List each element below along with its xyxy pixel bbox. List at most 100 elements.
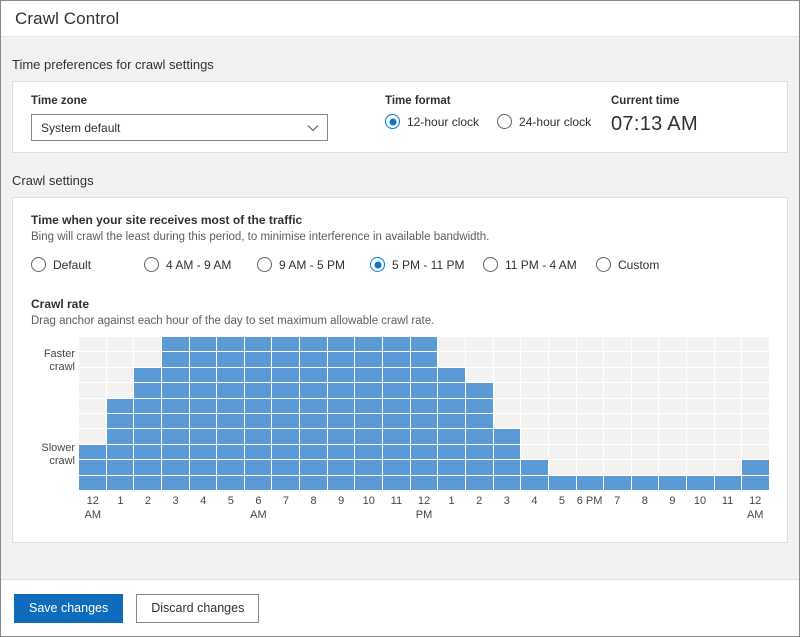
crawl-rate-cell-empty[interactable] bbox=[134, 352, 161, 366]
crawl-rate-cell-empty[interactable] bbox=[521, 368, 548, 382]
crawl-rate-cell-empty[interactable] bbox=[107, 337, 134, 351]
crawl-rate-cell-filled[interactable] bbox=[411, 383, 438, 397]
crawl-rate-cell-empty[interactable] bbox=[549, 337, 576, 351]
crawl-rate-cell-filled[interactable] bbox=[549, 476, 576, 490]
crawl-rate-cell-filled[interactable] bbox=[659, 476, 686, 490]
crawl-rate-cell-filled[interactable] bbox=[466, 460, 493, 474]
crawl-rate-cell-empty[interactable] bbox=[494, 399, 521, 413]
crawl-rate-cell-filled[interactable] bbox=[383, 352, 410, 366]
radio-default[interactable]: Default bbox=[31, 257, 91, 272]
crawl-rate-cell-empty[interactable] bbox=[494, 352, 521, 366]
crawl-rate-cell-filled[interactable] bbox=[383, 460, 410, 474]
crawl-rate-cell-filled[interactable] bbox=[355, 476, 382, 490]
crawl-rate-cell-filled[interactable] bbox=[245, 399, 272, 413]
crawl-rate-cell-filled[interactable] bbox=[217, 476, 244, 490]
crawl-rate-cell-empty[interactable] bbox=[438, 352, 465, 366]
crawl-rate-cell-empty[interactable] bbox=[79, 368, 106, 382]
crawl-rate-cell-empty[interactable] bbox=[687, 445, 714, 459]
crawl-rate-cell-empty[interactable] bbox=[549, 460, 576, 474]
crawl-rate-cell-filled[interactable] bbox=[438, 445, 465, 459]
timezone-select[interactable]: System default bbox=[31, 114, 328, 141]
crawl-rate-cell-empty[interactable] bbox=[549, 352, 576, 366]
crawl-rate-cell-filled[interactable] bbox=[190, 383, 217, 397]
crawl-rate-cell-filled[interactable] bbox=[438, 476, 465, 490]
crawl-rate-cell-empty[interactable] bbox=[79, 337, 106, 351]
crawl-rate-cell-filled[interactable] bbox=[134, 460, 161, 474]
crawl-rate-cell-filled[interactable] bbox=[245, 460, 272, 474]
crawl-rate-cell-filled[interactable] bbox=[742, 460, 769, 474]
crawl-rate-cell-empty[interactable] bbox=[687, 429, 714, 443]
crawl-rate-cell-filled[interactable] bbox=[383, 399, 410, 413]
crawl-rate-cell-empty[interactable] bbox=[107, 368, 134, 382]
crawl-rate-cell-filled[interactable] bbox=[217, 460, 244, 474]
crawl-rate-cell-filled[interactable] bbox=[190, 476, 217, 490]
crawl-rate-cell-filled[interactable] bbox=[411, 476, 438, 490]
crawl-rate-cell-filled[interactable] bbox=[300, 399, 327, 413]
crawl-rate-cell-filled[interactable] bbox=[604, 476, 631, 490]
crawl-rate-cell-filled[interactable] bbox=[272, 383, 299, 397]
crawl-rate-cell-empty[interactable] bbox=[659, 399, 686, 413]
crawl-rate-cell-filled[interactable] bbox=[466, 399, 493, 413]
crawl-rate-cell-filled[interactable] bbox=[107, 429, 134, 443]
crawl-rate-cell-empty[interactable] bbox=[577, 337, 604, 351]
crawl-rate-cell-empty[interactable] bbox=[687, 352, 714, 366]
crawl-rate-cell-filled[interactable] bbox=[466, 383, 493, 397]
crawl-rate-cell-filled[interactable] bbox=[355, 383, 382, 397]
crawl-rate-cell-filled[interactable] bbox=[217, 337, 244, 351]
crawl-rate-cell-filled[interactable] bbox=[715, 476, 742, 490]
crawl-rate-cell-filled[interactable] bbox=[411, 445, 438, 459]
crawl-rate-cell-filled[interactable] bbox=[300, 368, 327, 382]
crawl-rate-cell-filled[interactable] bbox=[272, 429, 299, 443]
crawl-rate-cell-filled[interactable] bbox=[272, 476, 299, 490]
crawl-rate-cell-filled[interactable] bbox=[355, 399, 382, 413]
crawl-rate-cell-filled[interactable] bbox=[328, 337, 355, 351]
discard-changes-button[interactable]: Discard changes bbox=[136, 594, 259, 623]
crawl-rate-cell-filled[interactable] bbox=[411, 414, 438, 428]
crawl-rate-cell-filled[interactable] bbox=[272, 414, 299, 428]
crawl-rate-cell-filled[interactable] bbox=[494, 460, 521, 474]
crawl-rate-cell-filled[interactable] bbox=[466, 445, 493, 459]
crawl-rate-cell-filled[interactable] bbox=[411, 368, 438, 382]
crawl-rate-cell-filled[interactable] bbox=[438, 414, 465, 428]
crawl-rate-cell-filled[interactable] bbox=[79, 445, 106, 459]
crawl-rate-cell-empty[interactable] bbox=[521, 429, 548, 443]
radio-5pm-11pm[interactable]: 5 PM - 11 PM bbox=[370, 257, 464, 272]
crawl-rate-cell-filled[interactable] bbox=[245, 414, 272, 428]
crawl-rate-cell-filled[interactable] bbox=[272, 460, 299, 474]
crawl-rate-cell-filled[interactable] bbox=[162, 383, 189, 397]
crawl-rate-cell-filled[interactable] bbox=[162, 476, 189, 490]
crawl-rate-cell-empty[interactable] bbox=[604, 337, 631, 351]
crawl-rate-cell-empty[interactable] bbox=[687, 460, 714, 474]
crawl-rate-cell-empty[interactable] bbox=[577, 383, 604, 397]
crawl-rate-cell-empty[interactable] bbox=[134, 337, 161, 351]
crawl-rate-cell-empty[interactable] bbox=[604, 445, 631, 459]
crawl-rate-cell-filled[interactable] bbox=[190, 368, 217, 382]
crawl-rate-cell-filled[interactable] bbox=[411, 399, 438, 413]
crawl-rate-cell-empty[interactable] bbox=[659, 460, 686, 474]
crawl-rate-cell-filled[interactable] bbox=[162, 337, 189, 351]
crawl-rate-cell-empty[interactable] bbox=[659, 337, 686, 351]
crawl-rate-cell-empty[interactable] bbox=[715, 445, 742, 459]
crawl-rate-cell-empty[interactable] bbox=[521, 445, 548, 459]
crawl-rate-cell-filled[interactable] bbox=[162, 445, 189, 459]
crawl-rate-cell-empty[interactable] bbox=[549, 414, 576, 428]
crawl-rate-cell-filled[interactable] bbox=[245, 368, 272, 382]
crawl-rate-cell-filled[interactable] bbox=[383, 445, 410, 459]
crawl-rate-cell-filled[interactable] bbox=[328, 399, 355, 413]
crawl-rate-cell-empty[interactable] bbox=[466, 337, 493, 351]
crawl-rate-cell-filled[interactable] bbox=[217, 445, 244, 459]
crawl-rate-cell-empty[interactable] bbox=[715, 429, 742, 443]
crawl-rate-cell-filled[interactable] bbox=[383, 476, 410, 490]
crawl-rate-cell-empty[interactable] bbox=[659, 445, 686, 459]
crawl-rate-cell-empty[interactable] bbox=[494, 414, 521, 428]
crawl-rate-cell-filled[interactable] bbox=[328, 429, 355, 443]
crawl-rate-cell-filled[interactable] bbox=[328, 445, 355, 459]
crawl-rate-cell-filled[interactable] bbox=[438, 399, 465, 413]
crawl-rate-cell-filled[interactable] bbox=[217, 399, 244, 413]
crawl-rate-cell-empty[interactable] bbox=[79, 429, 106, 443]
crawl-rate-cell-empty[interactable] bbox=[715, 399, 742, 413]
crawl-rate-cell-filled[interactable] bbox=[300, 414, 327, 428]
crawl-rate-cell-filled[interactable] bbox=[411, 337, 438, 351]
crawl-rate-cell-filled[interactable] bbox=[217, 383, 244, 397]
radio-custom[interactable]: Custom bbox=[596, 257, 659, 272]
